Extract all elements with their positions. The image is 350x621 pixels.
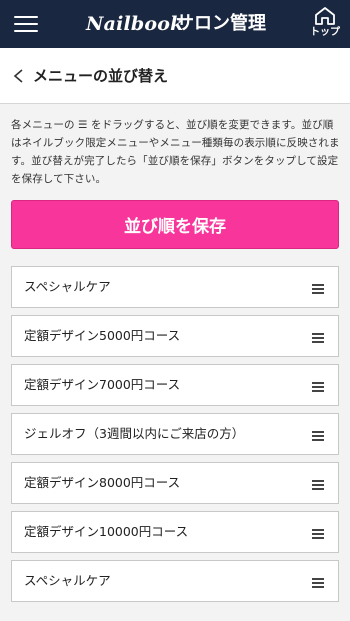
menu-list-item[interactable]: スペシャルケア: [11, 560, 339, 602]
menu-list: スペシャルケア 定額デザイン5000円コース 定額デザイン7000円コース ジェルオフ…: [11, 266, 339, 609]
menu-list-item[interactable]: 定額デザイン10000円コース: [11, 511, 339, 553]
chevron-left-icon[interactable]: [12, 68, 26, 84]
drag-handle-icon[interactable]: [312, 479, 324, 490]
menu-list-item[interactable]: スペシャルケア: [11, 266, 339, 308]
top-button[interactable]: トップ: [306, 4, 344, 46]
top-button-label: トップ: [310, 27, 340, 38]
page-title: メニューの並び替え: [33, 67, 169, 85]
instructions-text: 各メニューの ☰ をドラッグすると、並び順を変更できます。並び順はネイルブック限…: [11, 119, 340, 185]
menu-item-label: 定額デザイン8000円コース: [24, 475, 181, 490]
menu-item-label: 定額デザイン10000円コース: [24, 524, 189, 539]
menu-list-item[interactable]: 定額デザイン8000円コース: [11, 462, 339, 504]
hamburger-menu-icon[interactable]: [14, 14, 38, 34]
nailbook-logo[interactable]: Nailbook: [86, 10, 184, 38]
menu-list-item[interactable]: 定額デザイン7000円コース: [11, 364, 339, 406]
save-order-button[interactable]: 並び順を保存: [11, 200, 339, 249]
menu-list-item[interactable]: 定額デザイン5000円コース: [11, 315, 339, 357]
drag-handle-icon[interactable]: [312, 332, 324, 343]
menu-item-label: 定額デザイン7000円コース: [24, 377, 181, 392]
home-icon: [315, 7, 335, 25]
menu-item-label: 定額デザイン5000円コース: [24, 328, 181, 343]
page-title-bar: メニューの並び替え: [0, 48, 350, 104]
drag-handle-icon[interactable]: [312, 283, 324, 294]
menu-item-label: スペシャルケア: [24, 279, 111, 294]
menu-list-item[interactable]: ジェルオフ（3週間以内にご来店の方）: [11, 413, 339, 455]
drag-handle-icon[interactable]: [312, 528, 324, 539]
header-title: サロン管理: [176, 13, 266, 34]
menu-item-label: ジェルオフ（3週間以内にご来店の方）: [24, 426, 245, 441]
drag-handle-icon[interactable]: [312, 381, 324, 392]
menu-item-label: スペシャルケア: [24, 573, 111, 588]
drag-handle-icon[interactable]: [312, 577, 324, 588]
app-header: Nailbook サロン管理 トップ: [0, 0, 350, 48]
drag-handle-icon[interactable]: [312, 430, 324, 441]
